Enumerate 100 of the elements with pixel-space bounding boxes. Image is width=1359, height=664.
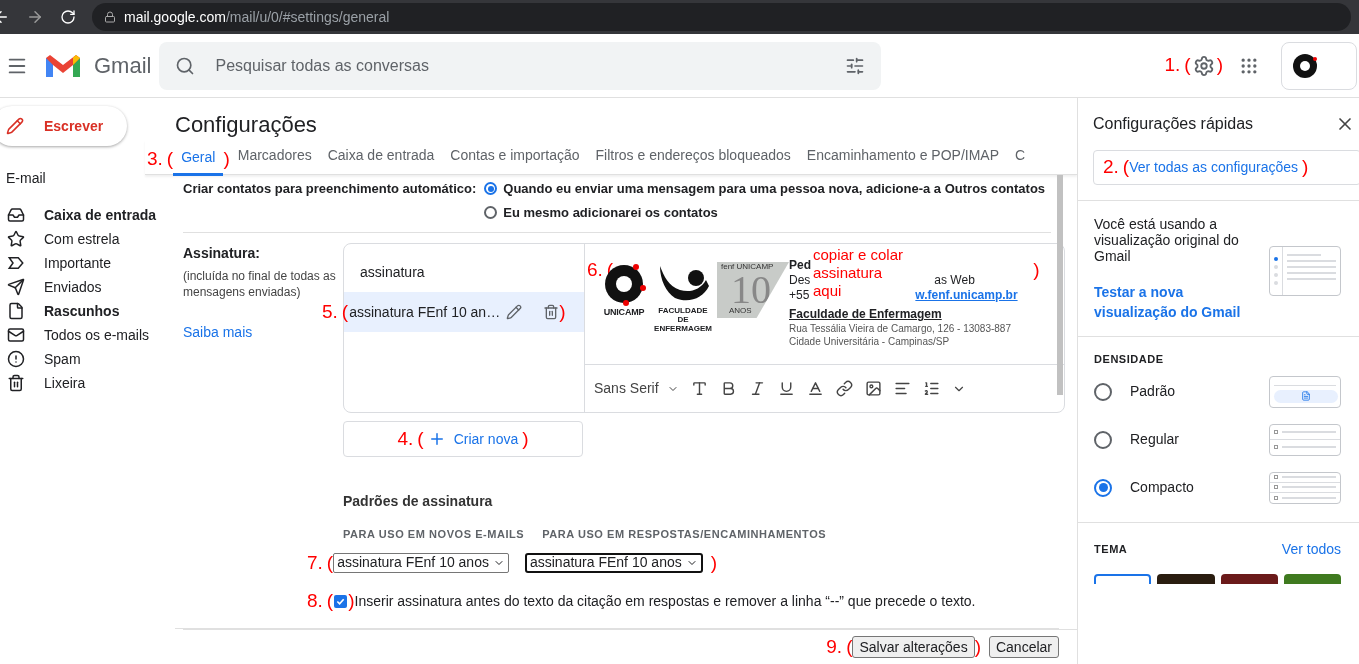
section-label: E-mail bbox=[6, 169, 47, 188]
annotation-bracket: ) bbox=[1033, 258, 1040, 282]
star-icon bbox=[7, 230, 25, 248]
sidebar-item[interactable]: Com estrela bbox=[0, 227, 160, 251]
document-icon bbox=[1301, 391, 1311, 402]
column-label: PARA USO EM RESPOSTAS/ENCAMINHAMENTOS bbox=[542, 527, 827, 542]
signature-text: Des bbox=[789, 273, 811, 288]
create-button[interactable]: 4. ( Criar nova ) bbox=[343, 421, 583, 457]
settings-tab[interactable]: Contas e importação bbox=[442, 140, 588, 174]
sidebar-item[interactable]: Caixa de entrada bbox=[0, 203, 160, 227]
sidebar-item[interactable]: Spam bbox=[0, 347, 160, 371]
radio-button[interactable] bbox=[1094, 478, 1112, 497]
signature-text: Ped bbox=[789, 258, 811, 273]
annotation-bracket: ( bbox=[166, 146, 174, 171]
text-size-icon[interactable] bbox=[690, 380, 708, 397]
sidebar-item[interactable]: Todos os e-mails bbox=[0, 323, 160, 347]
reload-icon[interactable] bbox=[60, 9, 76, 25]
image-icon[interactable] bbox=[864, 380, 882, 397]
annotation-bracket: ) bbox=[974, 634, 981, 659]
settings-tab[interactable]: Marcadores bbox=[229, 140, 320, 174]
save-button[interactable]: Salvar alterações bbox=[852, 635, 975, 658]
section-title: DENSIDADE bbox=[1094, 352, 1165, 367]
file-icon bbox=[7, 302, 25, 320]
signature-select[interactable]: assinatura FEnf 10 anos bbox=[524, 552, 703, 573]
try-new-link[interactable]: Testar a nova visualização do Gmail bbox=[1094, 282, 1244, 322]
anniversary-logo: 10 fenf UNICAMP ANOS bbox=[717, 262, 789, 318]
annotation-bracket: ) bbox=[559, 299, 566, 324]
annotation-number: 8. bbox=[307, 589, 323, 613]
signature-name: assinatura bbox=[359, 262, 425, 282]
signature-text: +55 bbox=[789, 288, 810, 303]
density-option: Regular bbox=[1130, 429, 1180, 450]
account-logo[interactable] bbox=[1281, 41, 1357, 90]
signature-text: as Web bbox=[934, 273, 975, 288]
annotation-bracket: ) bbox=[522, 426, 529, 451]
settings-tab[interactable]: Filtros e endereços bloqueados bbox=[587, 140, 799, 174]
address-bar[interactable]: mail.google.com/mail/u/0/#settings/general bbox=[92, 3, 1351, 31]
sidebar-item[interactable]: Enviados bbox=[0, 275, 160, 299]
delete-icon[interactable] bbox=[543, 304, 560, 320]
settings-tab[interactable]: Geral bbox=[173, 142, 224, 176]
annotation-bracket: ) bbox=[710, 550, 718, 575]
edit-icon[interactable] bbox=[506, 304, 523, 320]
see-all-themes-link[interactable]: Ver todos bbox=[1281, 538, 1341, 560]
radio-button[interactable] bbox=[484, 205, 498, 219]
underline-icon[interactable] bbox=[777, 380, 795, 397]
annotation-bracket: ) bbox=[348, 589, 355, 613]
settings-icon[interactable] bbox=[1192, 54, 1215, 77]
font-dropdown[interactable]: Sans Serif bbox=[594, 378, 679, 399]
annotation-number: 1. bbox=[1164, 53, 1181, 78]
see-all-link[interactable]: Ver todas as configurações bbox=[1129, 157, 1299, 178]
section-title: TEMA bbox=[1094, 541, 1128, 557]
numbered-list-icon[interactable] bbox=[922, 380, 940, 397]
align-icon[interactable] bbox=[893, 380, 911, 397]
annotation-bracket: ( bbox=[326, 550, 334, 575]
inbox-icon bbox=[7, 206, 25, 224]
setting-label: Assinatura: bbox=[183, 244, 262, 263]
settings-tab[interactable]: Caixa de entrada bbox=[319, 140, 443, 174]
url-text: mail.google.com/mail/u/0/#settings/general bbox=[124, 7, 390, 27]
annotation-bracket: ( bbox=[1122, 155, 1130, 180]
signature-text: Faculdade de Enfermagem bbox=[789, 307, 942, 322]
search-field[interactable]: Pesquisar todas as conversas bbox=[159, 41, 882, 90]
signature-select[interactable]: assinatura FEnf 10 anos bbox=[333, 552, 509, 573]
info-text: Você está usando a visualização original do Gmail bbox=[1094, 216, 1240, 264]
annotation-bracket: ) bbox=[1216, 53, 1223, 78]
settings-tab[interactable]: Encaminhamento e POP/IMAP bbox=[798, 140, 1008, 174]
option-label: Eu mesmo adicionarei os contatos bbox=[503, 203, 718, 222]
annotation-bracket: ( bbox=[326, 589, 334, 613]
search-icon bbox=[175, 55, 196, 76]
annotation-number: 9. bbox=[826, 634, 843, 659]
compose-button[interactable]: Escrever bbox=[0, 106, 127, 146]
cancel-button[interactable]: Cancelar bbox=[988, 635, 1059, 658]
filter-icon[interactable] bbox=[845, 55, 866, 76]
annotation-number: 6. bbox=[587, 258, 603, 282]
signature-name: assinatura FEnf 10 an… bbox=[349, 302, 501, 322]
sidebar-item[interactable]: Rascunhos bbox=[0, 299, 160, 323]
sidebar-item[interactable]: Lixeira bbox=[0, 371, 160, 395]
checkbox[interactable] bbox=[334, 594, 348, 608]
radio-button[interactable] bbox=[484, 182, 498, 196]
page-title: Configurações bbox=[175, 111, 318, 139]
annotation-number: 3. bbox=[147, 146, 163, 171]
annotation-number: 4. bbox=[397, 426, 414, 451]
annotation-bracket: ) bbox=[223, 146, 230, 171]
setting-label: Criar contatos para preenchimento automático: bbox=[183, 180, 477, 198]
radio-button[interactable] bbox=[1094, 382, 1112, 401]
option-label: Quando eu enviar uma mensagem para uma pessoa nova, adicione-a a Outros contatos bbox=[503, 180, 1046, 198]
search-input[interactable]: Pesquisar todas as conversas bbox=[215, 53, 846, 78]
pencil-icon bbox=[6, 117, 24, 135]
annotation-bracket: ) bbox=[1302, 155, 1309, 180]
forward-icon[interactable] bbox=[26, 8, 44, 26]
link-icon[interactable] bbox=[835, 380, 853, 397]
layout-preview bbox=[1269, 246, 1341, 296]
signature-text: Cidade Universitária - Campinas/SP bbox=[789, 335, 950, 348]
annotation-bracket: ( bbox=[417, 426, 424, 451]
website-link[interactable]: w.fenf.unicamp.br bbox=[915, 288, 1018, 303]
signature-item[interactable]: assinatura bbox=[344, 252, 584, 292]
important-icon bbox=[7, 254, 25, 272]
sidebar-item[interactable]: Importante bbox=[0, 251, 160, 275]
radio-button[interactable] bbox=[1094, 430, 1112, 449]
panel-title: Configurações rápidas bbox=[1093, 114, 1254, 134]
text-color-icon[interactable] bbox=[806, 380, 824, 397]
settings-tab[interactable]: C bbox=[1007, 140, 1034, 174]
